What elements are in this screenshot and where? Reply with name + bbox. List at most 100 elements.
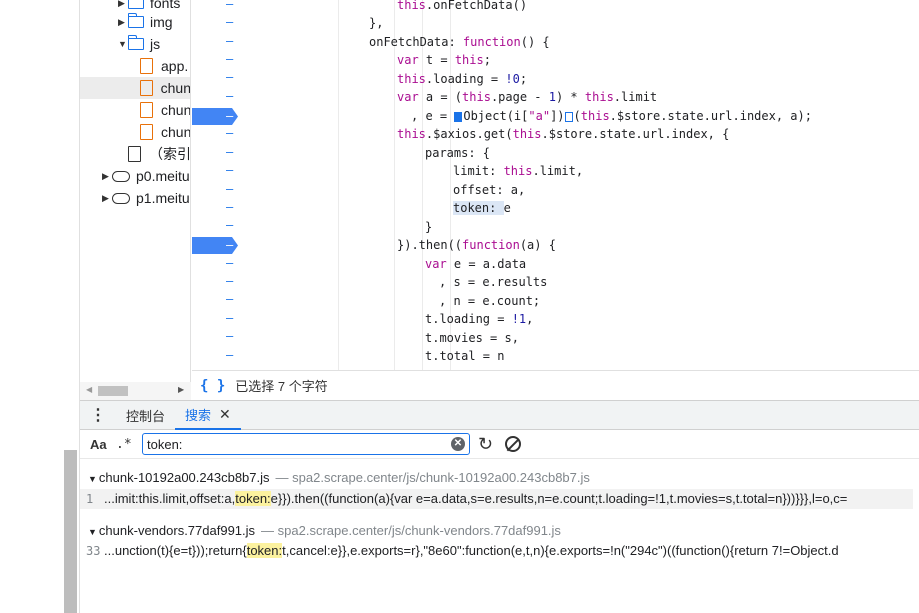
match-case-button[interactable]: Aa [90,437,116,452]
js-file-icon [140,80,153,96]
line-marker[interactable]: – [226,89,233,103]
result-text: ...imit:this.limit,offset:a, [104,491,236,506]
code-line: limit: this.limit, [453,164,584,178]
result-text: ...unction(t){e=t}));return{ [104,543,247,558]
code-line: }).then((function(a) { [397,238,556,252]
tree-item-label: fonts [150,0,181,11]
tree-file[interactable]: app. [140,55,188,77]
breakpoint-marker[interactable]: – [192,108,238,125]
line-marker[interactable]: – [226,292,233,306]
folder-icon [127,35,144,50]
search-input[interactable]: token: ✕ [142,433,470,455]
line-marker[interactable]: – [226,52,233,66]
result-line[interactable]: 33 ...unction(t){e=t}));return{token:t,ca… [86,543,839,558]
code-line: params: { [425,146,491,160]
tree-domain-p0[interactable]: ▶ p0.meitu [102,165,190,187]
line-marker[interactable]: – [226,348,233,362]
collapse-arrow-icon[interactable]: ▼ [88,527,97,537]
line-marker[interactable]: – [226,256,233,270]
code-line: this.loading = !0; [397,72,528,86]
code-line: onFetchData: function() { [369,35,550,49]
expand-arrow-icon[interactable]: ▶ [118,0,128,9]
result-file-name: chunk-10192a00.243cb8b7.js [98,470,270,485]
code-line: this.$axios.get(this.$store.state.url.in… [397,127,730,141]
result-text: e}}).then((function(a){var e=a.data,s=e.… [270,491,848,506]
scroll-left-icon[interactable]: ◀ [86,385,92,394]
result-file-path: — spa2.scrape.center/js/chunk-vendors.77… [261,523,561,538]
inline-breakpoint-icon[interactable] [564,111,573,122]
code-line: , s = e.results [439,275,548,289]
clear-icon[interactable]: ✕ [451,437,465,451]
code-line: t.total = n [425,349,505,363]
cancel-icon[interactable] [505,436,522,452]
line-marker[interactable]: – [226,311,233,325]
line-number: 1 [86,492,94,506]
line-marker[interactable]: – [226,126,233,140]
js-file-icon [140,102,153,118]
result-file-header[interactable]: ▼ chunk-vendors.77daf991.js — spa2.scrape.… [88,523,561,538]
code-line: }, [369,16,384,30]
code-line: offset: a, [453,183,526,197]
tree-item-label: p0.meitu [136,168,190,184]
cloud-icon [112,192,130,204]
tree-item-label: （索引 [149,146,191,162]
line-number: 33 [86,544,101,558]
breakpoint-marker[interactable]: – [192,237,238,254]
tree-domain-p1[interactable]: ▶ p1.meitu [102,187,190,209]
tree-file-selected[interactable]: chun [80,77,191,99]
result-text: t,cancel:e}},e.exports=r},"8e60":functio… [282,543,839,558]
pretty-print-icon[interactable]: { } [200,378,225,394]
line-marker[interactable]: – [226,182,233,196]
tree-horizontal-scrollbar[interactable]: ◀ ▶ [80,382,191,400]
collapse-arrow-icon[interactable]: ▼ [88,474,97,484]
scroll-right-icon[interactable]: ▶ [178,385,184,394]
line-marker[interactable]: – [226,70,233,84]
editor-status-bar: { } 已选择 7 个字符 [192,370,919,400]
tree-folder-img[interactable]: ▶ img [118,11,173,33]
js-file-icon [140,124,153,140]
line-marker[interactable]: – [226,0,233,11]
line-marker[interactable]: – [226,163,233,177]
tab-console[interactable]: 控制台 [116,401,175,430]
tree-item-label: chun [160,80,191,96]
close-icon[interactable]: ✕ [219,406,231,423]
tab-search[interactable]: 搜索 ✕ [175,401,241,430]
line-marker[interactable]: – [226,218,233,232]
code-line: , n = e.count; [439,294,541,308]
inline-breakpoint-icon[interactable] [454,111,463,122]
left-panel-strip [0,0,80,613]
tree-file[interactable]: chun [140,99,190,121]
tree-folder-js[interactable]: ▼ js [118,33,160,55]
line-marker[interactable]: – [226,145,233,159]
folder-icon [127,13,144,28]
line-gutter[interactable]: – – – – – – – – – – – – – – – – – – – – [192,0,282,370]
expand-arrow-icon[interactable]: ▶ [102,193,112,204]
result-file-name: chunk-vendors.77daf991.js [98,523,256,538]
result-file-path: — spa2.scrape.center/js/chunk-10192a00.2… [275,470,590,485]
refresh-icon[interactable]: ↻ [478,434,493,455]
expand-arrow-icon[interactable]: ▶ [102,171,112,182]
code-line: this.onFetchData() [397,0,528,12]
document-icon [128,146,141,162]
code-editor[interactable]: this.onFetchData() }, onFetchData: funct… [282,0,919,370]
expand-arrow-icon[interactable]: ▶ [118,17,128,28]
tree-item-label: js [150,36,161,52]
result-file-header[interactable]: ▼ chunk-10192a00.243cb8b7.js — spa2.scrape… [88,470,590,485]
panel-scrollbar[interactable] [64,450,77,613]
result-line[interactable]: 1 ...imit:this.limit,offset:a,token:e}}).… [80,489,913,509]
regex-button[interactable]: .* [116,437,142,452]
more-options-icon[interactable]: ⋮ [80,405,116,425]
scrollbar-thumb[interactable] [98,386,128,396]
code-line: } [425,220,433,234]
collapse-arrow-icon[interactable]: ▼ [118,39,128,49]
line-marker[interactable]: – [226,15,233,29]
line-marker[interactable]: – [226,34,233,48]
tree-item-label: app. [161,58,189,74]
tree-file[interactable]: chun [140,121,190,143]
line-marker[interactable]: – [226,274,233,288]
line-marker[interactable]: – [226,329,233,343]
line-marker[interactable]: – [226,200,233,214]
drawer-tab-bar: ⋮ 控制台 搜索 ✕ [80,400,919,430]
selection-status: 已选择 7 个字符 [235,379,328,394]
tree-file-index[interactable]: （索引 [128,143,191,165]
